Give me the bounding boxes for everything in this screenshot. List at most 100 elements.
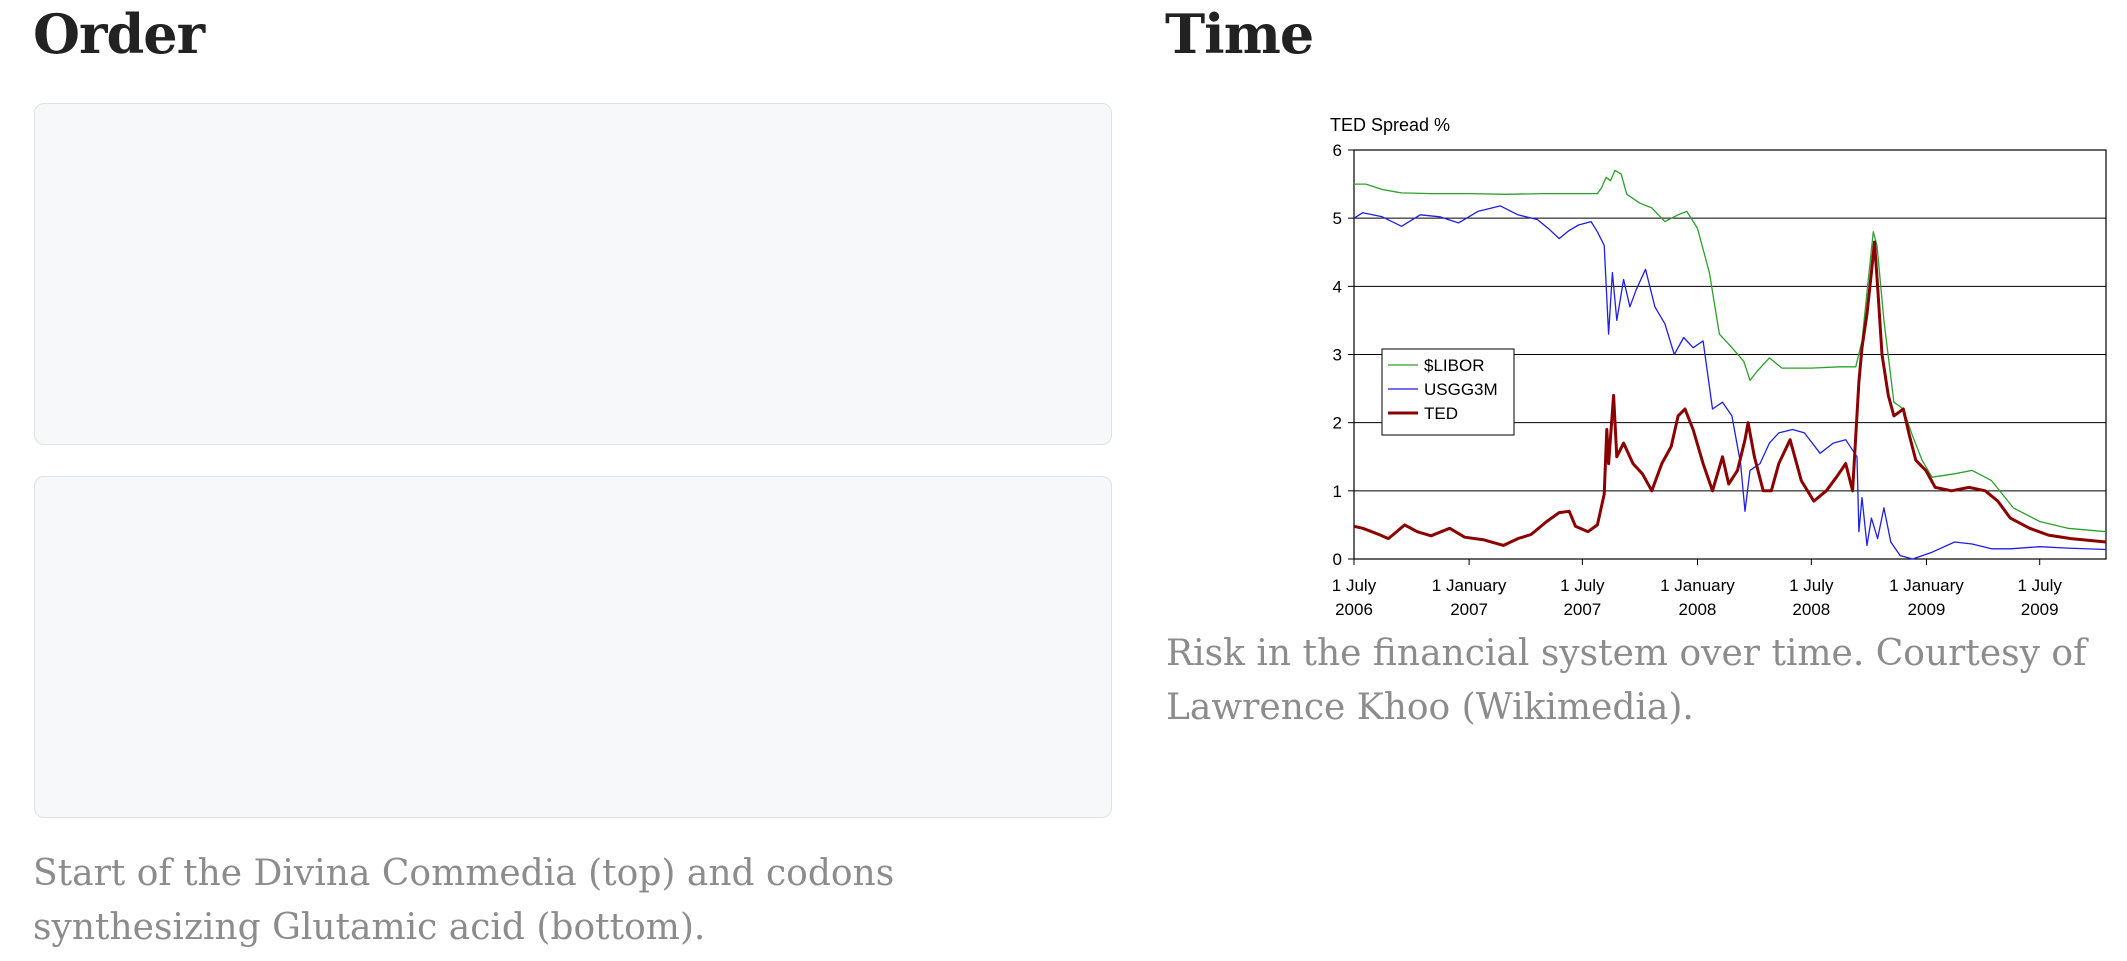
data-point	[1674, 354, 1676, 356]
data-point	[1623, 279, 1625, 281]
data-point	[1449, 528, 1451, 530]
data-point	[1692, 429, 1694, 431]
data-point	[1839, 366, 1841, 368]
data-point	[1921, 459, 1923, 461]
data-point	[1623, 442, 1625, 444]
legend-label: TED	[1424, 404, 1458, 423]
data-point	[1877, 286, 1879, 288]
data-point	[1731, 415, 1733, 417]
data-point	[1597, 524, 1599, 526]
data-point	[1404, 524, 1406, 526]
data-point	[1749, 470, 1751, 472]
data-point	[1558, 512, 1560, 514]
data-point	[1614, 170, 1616, 172]
data-point	[1430, 193, 1432, 195]
time-caption: Risk in the financial system over time. …	[1166, 633, 2087, 728]
y-tick-label: 2	[1333, 414, 1342, 433]
data-point	[1677, 415, 1679, 417]
data-point	[1855, 366, 1857, 368]
data-point	[1353, 526, 1355, 528]
x-tick-label: 1 July	[1560, 576, 1605, 595]
data-point	[1997, 500, 1999, 502]
data-point	[1683, 337, 1685, 339]
data-point	[1590, 221, 1592, 223]
data-point	[1661, 463, 1663, 465]
data-point	[1881, 354, 1883, 356]
data-point	[1606, 429, 1608, 431]
legend-label: USGG3M	[1424, 380, 1498, 399]
data-point	[2010, 517, 2012, 519]
x-tick-label: 2008	[1792, 600, 1830, 619]
data-point	[1608, 463, 1610, 465]
data-point	[1890, 541, 1892, 543]
data-point	[1537, 219, 1539, 221]
legend-label: $LIBOR	[1424, 356, 1484, 375]
x-tick-label: 1 July	[1789, 576, 1834, 595]
legend: $LIBOR USGG3M TED	[1381, 348, 1515, 436]
data-point	[1632, 463, 1634, 465]
data-point	[1819, 453, 1821, 455]
data-point	[1968, 487, 1970, 489]
data-point	[1616, 456, 1618, 458]
data-point	[1381, 189, 1383, 191]
data-point	[1587, 531, 1589, 533]
data-point	[1778, 463, 1780, 465]
data-point	[1769, 442, 1771, 444]
data-point	[1873, 231, 1875, 233]
x-tick-label: 1 January	[1889, 576, 1964, 595]
data-point	[2048, 534, 2050, 536]
data-point	[1401, 192, 1403, 194]
data-point	[2105, 531, 2107, 533]
data-point	[1568, 230, 1570, 232]
data-point	[1899, 555, 1901, 557]
data-point	[1912, 436, 1914, 438]
data-point	[2067, 528, 2069, 530]
data-point	[1381, 216, 1383, 218]
data-point	[1951, 490, 1953, 492]
data-point	[1871, 272, 1873, 274]
data-point	[1401, 226, 1403, 228]
data-point	[1852, 490, 1854, 492]
data-point	[2013, 507, 2015, 509]
data-point	[1912, 558, 1914, 560]
data-point	[1608, 333, 1610, 335]
data-point	[1971, 470, 1973, 472]
data-point	[1722, 456, 1724, 458]
data-point	[1613, 395, 1615, 397]
data-point	[1575, 526, 1577, 528]
data-point	[1845, 463, 1847, 465]
x-axis: 1 July 2006 1 January 2007 1 July 2007 1 Janua…	[1332, 559, 2062, 619]
data-point	[1365, 183, 1367, 185]
data-point	[1743, 361, 1745, 363]
data-point	[1702, 340, 1704, 342]
data-point	[1651, 207, 1653, 209]
data-point	[1362, 528, 1364, 530]
data-point	[1353, 217, 1355, 219]
data-point	[1416, 531, 1418, 533]
data-point	[1605, 177, 1607, 179]
data-point	[1876, 245, 1878, 247]
data-point	[1858, 531, 1860, 533]
data-point	[1684, 408, 1686, 410]
data-point	[1883, 507, 1885, 509]
data-point	[1612, 272, 1614, 274]
data-point	[1778, 432, 1780, 434]
data-point	[1597, 231, 1599, 233]
data-point	[1503, 545, 1505, 547]
data-point	[1813, 500, 1815, 502]
y-tick-label: 6	[1333, 141, 1342, 160]
y-tick-label: 1	[1333, 482, 1342, 501]
data-point	[1500, 205, 1502, 207]
data-point	[1362, 212, 1364, 214]
order-caption: Start of the Divina Commedia (top) and c…	[33, 853, 895, 948]
data-point	[2105, 549, 2107, 551]
x-tick-label: 2007	[1563, 600, 1601, 619]
data-point	[1654, 306, 1656, 308]
data-point	[1874, 241, 1876, 243]
data-point	[1744, 439, 1746, 441]
data-point	[1893, 401, 1895, 403]
data-point	[1712, 490, 1714, 492]
y-tick-label: 5	[1333, 209, 1342, 228]
chart-title: TED Spread %	[1330, 115, 1450, 135]
data-point	[1505, 194, 1507, 196]
